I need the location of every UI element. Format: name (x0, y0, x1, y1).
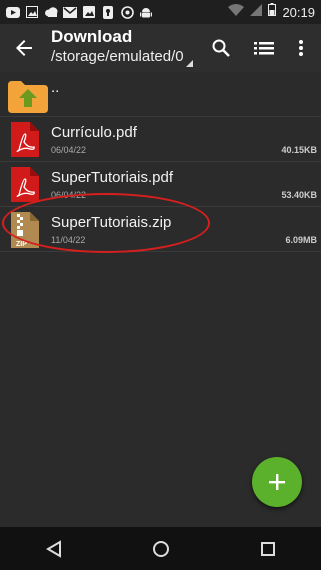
file-name: .. (51, 79, 60, 96)
file-size: 6.09MB (285, 235, 317, 245)
navigation-bar (0, 527, 321, 570)
file-date: 06/04/22 (51, 145, 87, 155)
file-date: 11/04/22 (51, 235, 86, 245)
signal-icon (250, 3, 263, 21)
zip-icon: ZIP (8, 210, 46, 248)
file-name: SuperTutoriais.zip (51, 214, 172, 231)
list-view-button[interactable] (252, 36, 276, 60)
back-button[interactable] (12, 36, 36, 60)
file-name: Currículo.pdf (51, 124, 137, 141)
add-button[interactable] (252, 457, 302, 507)
file-name: SuperTutoriais.pdf (51, 169, 174, 186)
path-dropdown[interactable]: /storage/emulated/0 (51, 48, 183, 65)
file-list: .. Currículo.pdf 06/04/22 40.15KB SuperT… (0, 72, 321, 252)
file-date: 06/04/22 (51, 190, 87, 200)
pdf-icon (8, 165, 46, 203)
nav-back-icon (45, 539, 61, 558)
nav-back-button[interactable] (42, 537, 66, 561)
gallery-icon (82, 6, 96, 19)
list-view-icon (254, 42, 274, 55)
nav-home-icon (152, 540, 169, 557)
battery-icon (268, 3, 277, 21)
folder-up-icon (8, 75, 48, 113)
youtube-icon (6, 6, 20, 19)
nav-recents-icon (260, 541, 275, 556)
more-options-button[interactable] (289, 36, 313, 60)
folder-title: Download (51, 27, 133, 46)
search-icon (212, 39, 230, 57)
keyhole-icon (101, 5, 115, 19)
search-button[interactable] (209, 36, 233, 60)
plus-icon (269, 474, 285, 490)
more-vert-icon (299, 40, 303, 56)
gmail-icon (63, 6, 77, 19)
wifi-icon (228, 3, 245, 21)
file-size: 53.40KB (281, 190, 317, 200)
list-item-file[interactable]: ZIP SuperTutoriais.zip 11/04/22 6.09MB (0, 207, 321, 252)
dropdown-indicator-icon[interactable] (186, 60, 193, 67)
pdf-icon (8, 120, 46, 158)
file-size: 40.15KB (281, 145, 317, 155)
clock: 20:19 (282, 4, 315, 20)
image-icon (25, 6, 39, 19)
list-item-file[interactable]: SuperTutoriais.pdf 06/04/22 53.40KB (0, 162, 321, 207)
nav-recents-button[interactable] (256, 537, 280, 561)
list-item-parent-folder[interactable]: .. (0, 72, 321, 117)
nav-home-button[interactable] (149, 537, 173, 561)
android-icon (139, 6, 153, 19)
status-bar: 20:19 (0, 0, 321, 24)
app-bar: Download /storage/emulated/0 (0, 24, 321, 72)
arrow-back-icon (16, 40, 32, 56)
cloud-icon (44, 6, 58, 19)
list-item-file[interactable]: Currículo.pdf 06/04/22 40.15KB (0, 117, 321, 162)
zip-icon-label: ZIP (16, 241, 27, 248)
whatsapp-icon (120, 5, 134, 19)
